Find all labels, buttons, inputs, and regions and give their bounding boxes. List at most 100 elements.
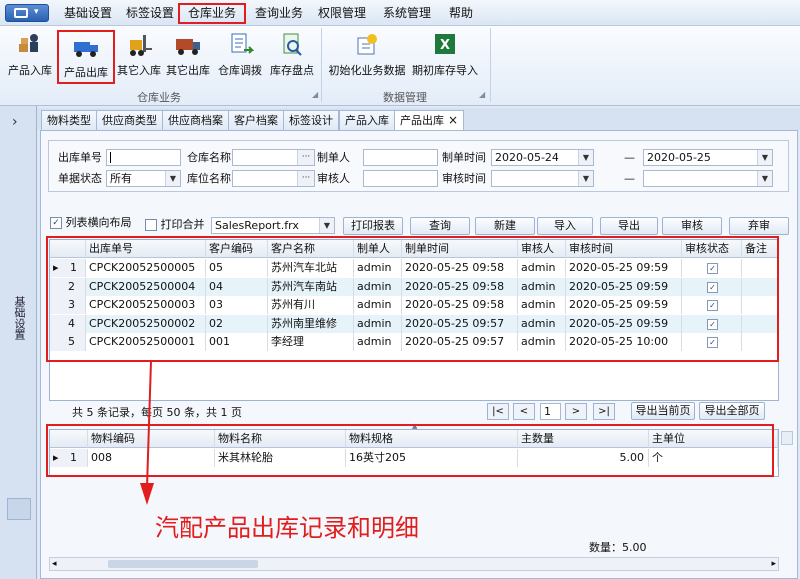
chevron-down-icon[interactable]: ▼: [757, 171, 772, 186]
menu-help[interactable]: 帮助: [445, 5, 477, 22]
menu-label-settings[interactable]: 标签设置: [124, 5, 176, 22]
highlight-box: [46, 236, 779, 362]
forklift-icon: [125, 32, 153, 58]
menu-system[interactable]: 系统管理: [381, 5, 433, 22]
close-tab-icon[interactable]: ×: [448, 111, 458, 130]
app-icon: [14, 8, 28, 18]
person-boxes-icon: [16, 32, 44, 58]
menu-permission[interactable]: 权限管理: [316, 5, 368, 22]
import-button[interactable]: 导入: [537, 217, 593, 235]
other-inbound-button[interactable]: 其它入库: [116, 30, 162, 84]
tab-product-inbound[interactable]: 产品入库: [339, 110, 395, 130]
init-data-button[interactable]: 初始化业务数据: [327, 30, 407, 84]
other-outbound-button[interactable]: 其它出库: [164, 30, 212, 84]
warehouse-name-label: 仓库名称: [187, 151, 231, 164]
prev-page-button[interactable]: <: [513, 403, 535, 420]
horizontal-scrollbar[interactable]: ◂ ▸: [49, 557, 779, 571]
svg-text:X: X: [440, 38, 450, 53]
doc-status-select[interactable]: 所有 ▼: [106, 170, 181, 187]
database-gear-icon: [353, 32, 381, 58]
panel-scroll-handle[interactable]: [7, 498, 31, 520]
made-date-from-value: 2020-05-24: [495, 151, 559, 164]
location-name-input[interactable]: ···: [232, 170, 315, 187]
tab-product-outbound[interactable]: 产品出库 ×: [394, 110, 464, 130]
detail-column-overflow: [781, 431, 793, 445]
expand-chevron-icon[interactable]: ›: [12, 114, 18, 130]
scroll-left-icon[interactable]: ◂: [52, 558, 57, 570]
annotation-text: 汽配产品出库记录和明细: [155, 514, 419, 542]
annotation-arrow-icon: [140, 360, 154, 505]
merge-print-checkbox[interactable]: 打印合并: [145, 217, 205, 233]
made-time-label: 制单时间: [442, 151, 486, 164]
warehouse-group-label: 仓库业务: [137, 91, 181, 104]
excel-icon: X: [431, 32, 459, 58]
outbound-no-input[interactable]: [106, 149, 181, 166]
made-date-to-input[interactable]: 2020-05-25 ▼: [643, 149, 773, 166]
tab-product-outbound-label: 产品出库: [400, 114, 444, 127]
document-tabs: 物料类型 供应商类型 供应商档案 客户档案 标签设计 产品入库 产品出库 ×: [37, 108, 800, 130]
other-outbound-label: 其它出库: [166, 64, 210, 77]
made-date-from-input[interactable]: 2020-05-24 ▼: [491, 149, 594, 166]
made-date-to-value: 2020-05-25: [647, 151, 711, 164]
tab-supplier-type[interactable]: 供应商类型: [96, 110, 163, 130]
audit-date-to-input[interactable]: ▼: [643, 170, 773, 187]
menu-warehouse-business[interactable]: 仓库业务: [178, 3, 246, 24]
browse-ellipsis-icon[interactable]: ···: [297, 171, 314, 186]
scroll-right-icon[interactable]: ▸: [771, 558, 776, 570]
tab-label-design[interactable]: 标签设计: [283, 110, 339, 130]
ribbon-separator: [490, 28, 491, 102]
chevron-down-icon[interactable]: ▼: [319, 218, 334, 233]
chevron-down-icon[interactable]: ▼: [578, 150, 593, 165]
ribbon: 产品入库 产品出库 其它入库 其它出库 仓库调拨 库存盘点 仓库业务 ◢ 初始化…: [0, 26, 800, 106]
navigation-panel: › 基础设置: [0, 106, 37, 579]
group-launcher-icon[interactable]: ◢: [479, 90, 485, 99]
export-current-page-button[interactable]: 导出当前页: [631, 402, 695, 420]
export-button[interactable]: 导出: [600, 217, 658, 235]
checkbox-box: [145, 219, 157, 231]
tab-material-type[interactable]: 物料类型: [41, 110, 97, 130]
audit-button[interactable]: 审核: [662, 217, 722, 235]
query-button[interactable]: 查询: [410, 217, 470, 235]
scrollbar-thumb[interactable]: [108, 560, 258, 568]
report-file-value: SalesReport.frx: [215, 219, 299, 232]
warehouse-transfer-button[interactable]: 仓库调拨: [216, 30, 264, 84]
auditor-label: 审核人: [317, 172, 350, 185]
tab-supplier-archive[interactable]: 供应商档案: [162, 110, 229, 130]
first-page-button[interactable]: |<: [487, 403, 509, 420]
menu-basic-settings[interactable]: 基础设置: [62, 5, 114, 22]
next-page-button[interactable]: >: [565, 403, 587, 420]
new-button[interactable]: 新建: [475, 217, 535, 235]
inventory-check-button[interactable]: 库存盘点: [267, 30, 317, 84]
maker-input[interactable]: [363, 149, 438, 166]
audit-time-label: 审核时间: [442, 172, 486, 185]
product-inbound-button[interactable]: 产品入库: [4, 30, 56, 84]
ribbon-separator: [321, 28, 322, 102]
other-inbound-label: 其它入库: [117, 64, 161, 77]
init-data-label: 初始化业务数据: [328, 64, 406, 77]
unaudit-button[interactable]: 弃审: [729, 217, 789, 235]
export-all-pages-button[interactable]: 导出全部页: [699, 402, 765, 420]
horizontal-layout-checkbox[interactable]: ✓ 列表横向布局: [50, 215, 132, 231]
nav-panel-label[interactable]: 基础设置: [13, 296, 26, 340]
auditor-input[interactable]: [363, 170, 438, 187]
app-menu-button[interactable]: ▾: [5, 4, 49, 22]
chevron-down-icon[interactable]: ▼: [578, 171, 593, 186]
tab-customer-archive[interactable]: 客户档案: [228, 110, 284, 130]
last-page-button[interactable]: >|: [593, 403, 615, 420]
chevron-down-icon[interactable]: ▼: [165, 171, 180, 186]
transfer-document-icon: [226, 32, 255, 58]
warehouse-transfer-label: 仓库调拨: [218, 64, 262, 77]
warehouse-name-input[interactable]: ···: [232, 149, 315, 166]
group-launcher-icon[interactable]: ◢: [312, 90, 318, 99]
browse-ellipsis-icon[interactable]: ···: [297, 150, 314, 165]
opening-stock-import-button[interactable]: X 期初库存导入: [408, 30, 482, 84]
horizontal-layout-label: 列表横向布局: [65, 216, 132, 229]
menu-query-business[interactable]: 查询业务: [253, 5, 305, 22]
audit-date-from-input[interactable]: ▼: [491, 170, 594, 187]
page-number-input[interactable]: 1: [540, 403, 561, 420]
chevron-down-icon[interactable]: ▼: [757, 150, 772, 165]
report-file-select[interactable]: SalesReport.frx ▼: [211, 217, 335, 234]
print-report-button[interactable]: 打印报表: [343, 217, 403, 235]
product-outbound-button[interactable]: 产品出库: [57, 30, 115, 84]
outbound-no-label: 出库单号: [58, 151, 102, 164]
